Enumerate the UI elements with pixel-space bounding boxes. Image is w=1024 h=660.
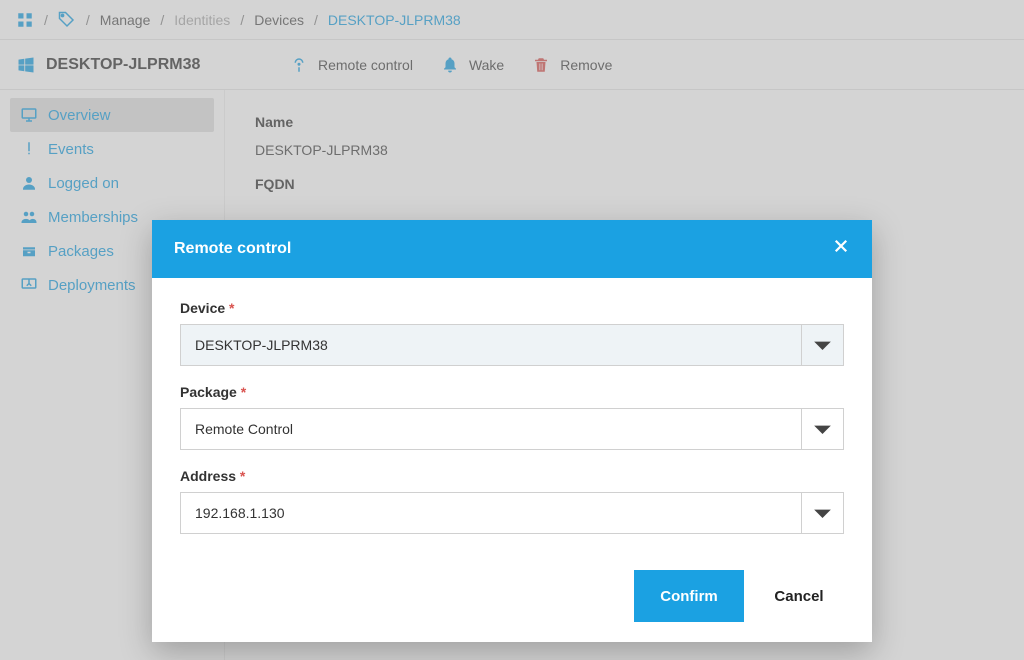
remote-control-modal: Remote control Device * DESKTOP-JLPRM38 [152, 220, 872, 642]
package-label: Package * [180, 384, 844, 400]
modal-body: Device * DESKTOP-JLPRM38 Package * Remot… [152, 278, 872, 560]
form-group-address: Address * 192.168.1.130 [180, 468, 844, 534]
address-dropdown[interactable]: 192.168.1.130 [180, 492, 844, 534]
close-icon[interactable] [832, 237, 850, 261]
chevron-down-icon[interactable] [801, 325, 843, 365]
package-dropdown-value: Remote Control [181, 409, 801, 449]
address-dropdown-value: 192.168.1.130 [181, 493, 801, 533]
modal-overlay: Remote control Device * DESKTOP-JLPRM38 [0, 0, 1024, 660]
form-group-device: Device * DESKTOP-JLPRM38 [180, 300, 844, 366]
form-group-package: Package * Remote Control [180, 384, 844, 450]
modal-header: Remote control [152, 220, 872, 278]
chevron-down-icon[interactable] [801, 493, 843, 533]
address-label: Address * [180, 468, 844, 484]
device-label: Device * [180, 300, 844, 316]
confirm-button[interactable]: Confirm [634, 570, 744, 622]
modal-footer: Confirm Cancel [152, 560, 872, 642]
device-dropdown[interactable]: DESKTOP-JLPRM38 [180, 324, 844, 366]
device-dropdown-value: DESKTOP-JLPRM38 [181, 325, 801, 365]
cancel-button[interactable]: Cancel [744, 570, 854, 622]
modal-title: Remote control [174, 240, 291, 258]
chevron-down-icon[interactable] [801, 409, 843, 449]
package-dropdown[interactable]: Remote Control [180, 408, 844, 450]
